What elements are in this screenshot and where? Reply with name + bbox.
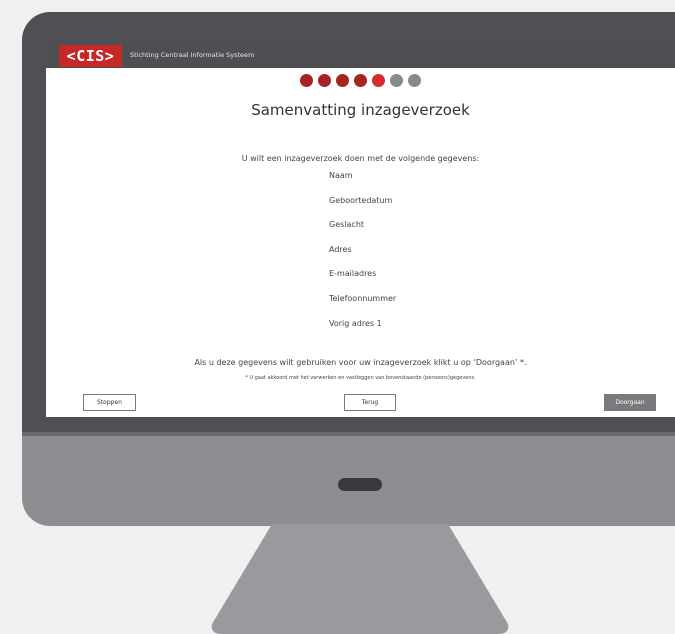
back-button[interactable]: Terug xyxy=(344,394,396,411)
step-dot-current xyxy=(372,74,385,87)
app-screen: <CIS> Stichting Centraal Informatie Syst… xyxy=(46,43,675,417)
confirm-text: Als u deze gegevens wilt gebruiken voor … xyxy=(194,358,527,367)
progress-steps xyxy=(46,74,675,88)
field-item: Telefoonnummer xyxy=(329,293,397,303)
header-bar: <CIS> Stichting Centraal Informatie Syst… xyxy=(46,43,675,68)
monitor-stand xyxy=(211,524,509,634)
field-item: Vorig adres 1 xyxy=(329,318,382,328)
field-item: Geboortedatum xyxy=(329,195,393,205)
organization-name: Stichting Centraal Informatie Systeem xyxy=(130,51,255,59)
step-dot-pending xyxy=(408,74,421,87)
disclaimer-text: * U gaat akkoord met het verwerken en va… xyxy=(245,375,476,381)
step-dot-completed xyxy=(318,74,331,87)
step-dot-pending xyxy=(390,74,403,87)
continue-button[interactable]: Doorgaan xyxy=(604,394,656,411)
intro-text: U wilt een inzageverzoek doen met de vol… xyxy=(241,154,480,163)
step-dot-completed xyxy=(300,74,313,87)
step-dot-completed xyxy=(354,74,367,87)
monitor-scene: <CIS> Stichting Centraal Informatie Syst… xyxy=(0,0,675,634)
field-item: Adres xyxy=(329,244,352,254)
field-list: Naam Geboortedatum Geslacht Adres E-mail… xyxy=(329,170,396,342)
page-title: Samenvatting inzageverzoek xyxy=(251,101,470,119)
monitor-chin-divider xyxy=(22,432,675,436)
stop-button[interactable]: Stoppen xyxy=(83,394,136,411)
monitor-power-button xyxy=(338,478,382,491)
step-dot-completed xyxy=(336,74,349,87)
field-item: Naam xyxy=(329,171,353,180)
cis-logo[interactable]: <CIS> xyxy=(59,45,122,67)
field-item: E-mailadres xyxy=(329,269,377,279)
field-item: Geslacht xyxy=(329,220,365,230)
